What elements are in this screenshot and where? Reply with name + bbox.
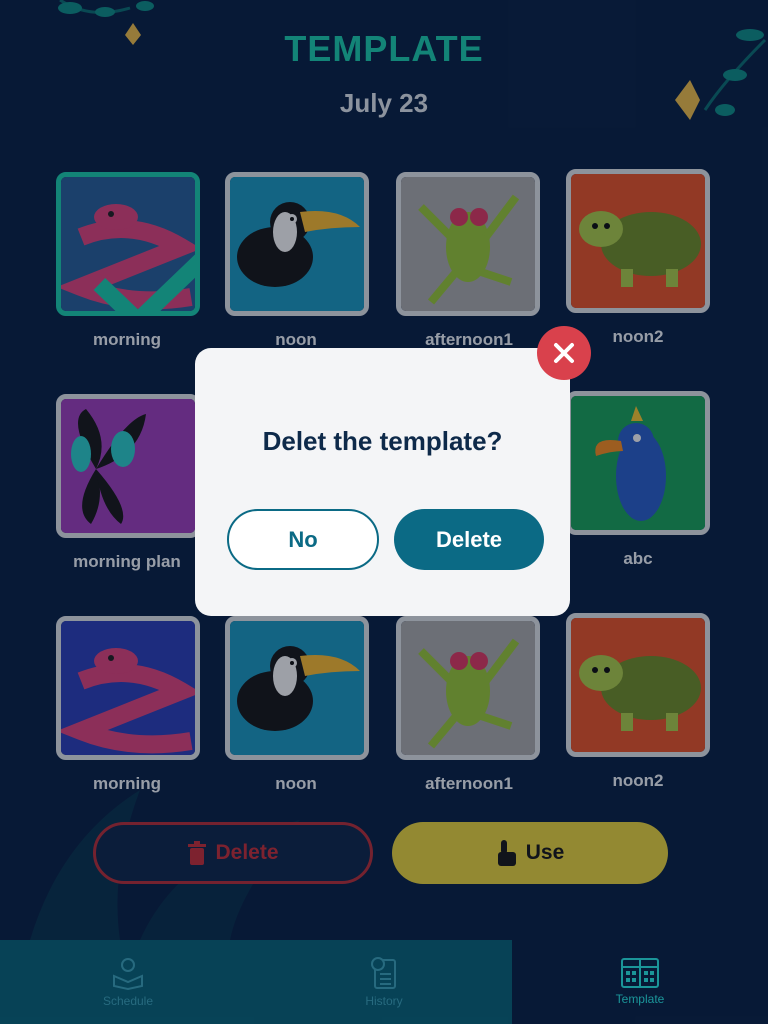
confirm-delete-button[interactable]: Delete bbox=[394, 509, 544, 570]
no-button[interactable]: No bbox=[227, 509, 379, 570]
close-dialog-button[interactable] bbox=[537, 326, 591, 380]
app-screen: TEMPLATE July 23 morning noon afternoon1… bbox=[0, 0, 768, 1024]
delete-confirm-dialog: Delet the template? No Delete bbox=[195, 348, 570, 616]
dialog-message: Delet the template? bbox=[262, 426, 503, 456]
close-icon bbox=[554, 343, 574, 363]
